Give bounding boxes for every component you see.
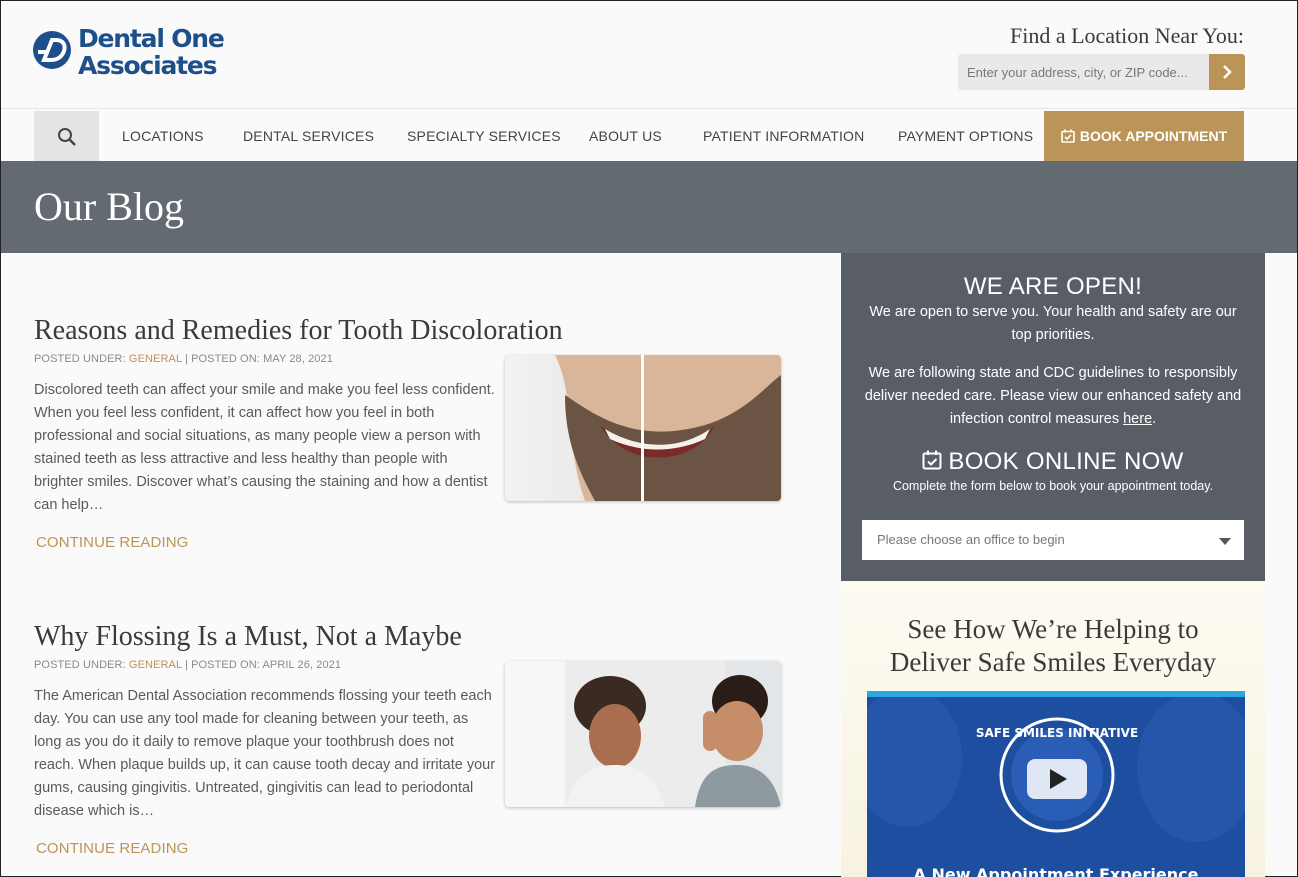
find-location-title: Find a Location Near You: <box>1009 23 1244 48</box>
safe-title-line-2: Deliver Safe Smiles Everyday <box>889 647 1217 677</box>
location-search-button[interactable] <box>1209 54 1245 90</box>
safe-smiles-panel: See How We’re Helping to Deliver Safe Sm… <box>841 581 1265 877</box>
post-meta-prefix: POSTED UNDER: <box>34 353 129 365</box>
blog-post: Reasons and Remedies for Tooth Discolora… <box>34 315 794 551</box>
search-icon <box>58 128 76 146</box>
dental-one-logo[interactable]: Dental One Associates <box>33 25 233 85</box>
logo-line-1: Dental One <box>78 24 225 53</box>
site-header: Dental One Associates Find a Location Ne… <box>1 1 1297 109</box>
location-search-input[interactable] <box>958 54 1209 90</box>
caret-down-icon <box>1219 538 1231 545</box>
nav-about-us[interactable]: ABOUT US <box>589 109 662 161</box>
guidelines-period: . <box>1152 411 1157 427</box>
calendar-check-icon <box>922 450 942 470</box>
post-meta-prefix: POSTED UNDER: <box>34 659 129 671</box>
location-search <box>958 54 1245 90</box>
nav-patient-information[interactable]: PATIENT INFORMATION <box>703 109 864 161</box>
logo-text: Dental One Associates <box>78 24 225 80</box>
nav-specialty-services[interactable]: SPECIALTY SERVICES <box>407 109 561 161</box>
we-are-open-panel: WE ARE OPEN! We are open to serve you. Y… <box>841 253 1265 581</box>
post-excerpt: The American Dental Association recommen… <box>34 688 496 819</box>
book-online-subtitle: Complete the form below to book your app… <box>892 479 1214 493</box>
safe-smiles-video[interactable]: SAFE SMILES INITIATIVE A New Appointment… <box>867 691 1245 877</box>
nav-payment-options[interactable]: PAYMENT OPTIONS <box>898 109 1033 161</box>
video-caption: A New Appointment Experience <box>913 865 1199 877</box>
continue-reading-link[interactable]: CONTINUE READING <box>36 534 188 551</box>
chevron-right-icon <box>1223 65 1232 79</box>
post-image-flossing[interactable] <box>505 661 781 807</box>
logo-line-2: Associates <box>78 51 218 80</box>
book-appointment-button[interactable]: BOOK APPOINTMENT <box>1044 111 1244 161</box>
open-text: We are open to serve you. Your health an… <box>869 304 1237 343</box>
safe-smiles-title: See How We’re Helping to Deliver Safe Sm… <box>841 613 1265 679</box>
continue-reading-link[interactable]: CONTINUE READING <box>36 840 188 857</box>
guidelines-body: We are following state and CDC guideline… <box>864 365 1242 427</box>
logo-mark-icon <box>33 31 71 69</box>
book-online-title: BOOK ONLINE NOW <box>841 448 1265 476</box>
safe-smiles-badge-text: SAFE SMILES INITIATIVE <box>976 726 1138 740</box>
safe-title-line-1: See How We’re Helping to <box>907 614 1199 644</box>
safety-measures-link[interactable]: here <box>1123 411 1152 427</box>
nav-dental-services[interactable]: DENTAL SERVICES <box>243 109 374 161</box>
main-nav: LOCATIONS DENTAL SERVICES SPECIALTY SERV… <box>1 109 1297 161</box>
post-excerpt: Discolored teeth can affect your smile a… <box>34 382 495 513</box>
we-are-open-title: WE ARE OPEN! <box>963 273 1143 300</box>
post-category-link[interactable]: GENERAL <box>129 353 182 365</box>
post-date: | POSTED ON: APRIL 26, 2021 <box>181 659 342 671</box>
nav-locations[interactable]: LOCATIONS <box>122 109 204 161</box>
calendar-check-icon <box>1061 129 1075 143</box>
nav-search-button[interactable] <box>34 111 99 161</box>
book-appointment-label: BOOK APPOINTMENT <box>1079 128 1228 144</box>
page-banner: Our Blog <box>1 161 1297 253</box>
office-select[interactable]: Please choose an office to begin <box>862 520 1244 560</box>
page-title: Our Blog <box>34 184 184 229</box>
post-date: | POSTED ON: MAY 28, 2021 <box>181 353 333 365</box>
post-title[interactable]: Reasons and Remedies for Tooth Discolora… <box>34 315 794 347</box>
post-image-smile[interactable] <box>505 355 781 501</box>
book-online-label: BOOK ONLINE NOW <box>948 448 1184 475</box>
post-category-link[interactable]: GENERAL <box>129 659 182 671</box>
blog-post: Why Flossing Is a Must, Not a Maybe POST… <box>34 621 794 857</box>
post-title[interactable]: Why Flossing Is a Must, Not a Maybe <box>34 621 794 653</box>
guidelines-text: We are following state and CDC guideline… <box>859 362 1247 431</box>
office-select-value: Please choose an office to begin <box>877 532 1065 547</box>
